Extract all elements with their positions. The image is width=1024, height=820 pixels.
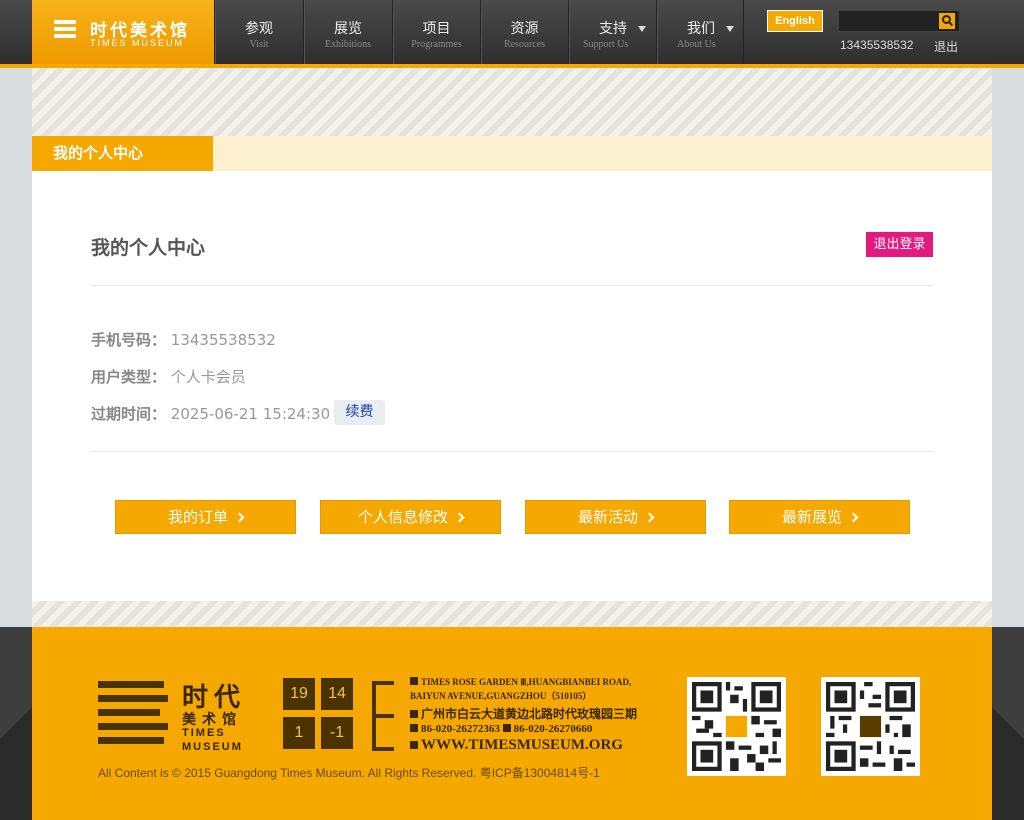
- nav-label-cn: 参观: [245, 21, 273, 37]
- nav-item-visit[interactable]: 参观 Visit: [214, 0, 303, 64]
- chevron-right-icon: [848, 512, 859, 523]
- footer-side-decoration: [0, 627, 32, 820]
- nav-label-en: Resources: [503, 39, 546, 50]
- header-logout-link[interactable]: 退出: [934, 38, 958, 55]
- nav-item-exhibitions[interactable]: 展览 Exhibitions: [303, 0, 392, 64]
- field-label: 过期时间：: [91, 405, 167, 423]
- nav-label-en: About Us: [677, 39, 716, 50]
- qr-code-icon: [821, 677, 920, 776]
- tel-number: 86-020-26272363: [421, 723, 500, 735]
- divider: [91, 285, 933, 286]
- latest-events-button[interactable]: 最新活动: [525, 500, 706, 534]
- year-box: 1: [283, 717, 315, 749]
- logout-button[interactable]: 退出登录: [866, 232, 933, 257]
- info-row-phone: 手机号码： 13435538532: [91, 329, 276, 350]
- button-label: 最新展览: [781, 508, 842, 526]
- nav-label-en: Exhibitions: [324, 39, 372, 50]
- footer-side-decoration: [992, 627, 1024, 820]
- address-en-line2: BAIYUN AVENUE,GUANGZHOU（510105）: [410, 689, 591, 702]
- nav-label-en: Visit: [249, 39, 269, 50]
- footer: 时代 美术馆 TIMES MUSEUM 19 14 1 -1 TIMES ROS…: [32, 627, 992, 820]
- footer-logo-en2: MUSEUM: [182, 741, 243, 753]
- section-tab-bar: 我的个人中心: [32, 136, 992, 171]
- address-text: 广州市白云大道黄边北路时代玫瑰园三期: [421, 707, 638, 721]
- year-box: 14: [321, 678, 353, 710]
- website-link[interactable]: WWW.TIMESMUSEUM.ORG: [410, 737, 623, 754]
- personal-center-panel: 我的个人中心 退出登录 手机号码： 13435538532 用户类型： 个人卡会…: [32, 171, 992, 601]
- footer-logo-cn2: 美术馆: [182, 712, 242, 728]
- e-bracket-icon: [372, 681, 400, 751]
- logo-bars-icon: [54, 20, 76, 44]
- copyright-text: All Content is © 2015 Guangdong Times Mu…: [98, 766, 600, 780]
- nav-label-cn: 项目: [422, 21, 451, 37]
- footer-logo-en1: TIMES: [182, 727, 226, 739]
- address-text: BAIYUN AVENUE,GUANGZHOU（510105）: [410, 691, 592, 701]
- logo-english-name: TIMES MUSEUM: [90, 38, 185, 48]
- address-text: TIMES ROSE GARDEN Ⅲ,HUANGBIANBEI ROAD,: [421, 677, 632, 687]
- user-phone[interactable]: 13435538532: [840, 38, 913, 52]
- contact-phones: 86-020-26272363 86-020-26270660: [410, 723, 592, 735]
- info-row-expiry: 过期时间： 2025-06-21 15:24:30: [91, 403, 330, 424]
- address-en-line1: TIMES ROSE GARDEN Ⅲ,HUANGBIANBEI ROAD,: [410, 677, 631, 688]
- logo-bar: [98, 723, 168, 730]
- year-box: 19: [283, 678, 315, 710]
- field-label: 手机号码：: [91, 331, 167, 349]
- qr-code-icon: [687, 677, 786, 776]
- tab-personal-center[interactable]: 我的个人中心: [32, 136, 213, 171]
- latest-exhibitions-button[interactable]: 最新展览: [729, 500, 910, 534]
- nav-label-en: Programmes: [411, 39, 462, 50]
- edit-profile-button[interactable]: 个人信息修改: [320, 500, 501, 534]
- museum-logo[interactable]: 时代美术馆 TIMES MUSEUM: [32, 0, 214, 64]
- search-button[interactable]: [939, 13, 955, 29]
- nav-item-programmes[interactable]: 项目 Programmes: [392, 0, 480, 64]
- field-label: 用户类型：: [91, 368, 167, 386]
- nav-label-en: Support Us: [583, 39, 629, 50]
- button-label: 个人信息修改: [357, 508, 448, 526]
- decorative-stripe: [32, 601, 992, 627]
- phone-icon: [410, 724, 418, 732]
- renew-button[interactable]: 续费: [334, 400, 385, 425]
- nav-label-cn: 展览: [334, 21, 362, 37]
- web-icon: [410, 741, 418, 749]
- location-icon: [410, 710, 418, 718]
- page-title: 我的个人中心: [91, 237, 206, 259]
- address-cn: 广州市白云大道黄边北路时代玫瑰园三期: [410, 705, 637, 722]
- website-text: WWW.TIMESMUSEUM.ORG: [421, 737, 623, 753]
- logo-bar: [98, 709, 160, 716]
- logo-bar: [98, 695, 168, 702]
- button-label: 最新活动: [577, 508, 638, 526]
- logo-bar: [98, 737, 164, 744]
- button-label: 我的订单: [167, 508, 228, 526]
- info-row-user-type: 用户类型： 个人卡会员: [91, 366, 246, 387]
- nav-label-cn: 资源: [510, 21, 539, 37]
- chevron-down-icon: [726, 26, 734, 32]
- nav-divider: [743, 0, 744, 64]
- field-value: 13435538532: [170, 331, 276, 349]
- year-box: -1: [321, 717, 353, 749]
- decorative-stripe: [32, 68, 992, 136]
- chevron-down-icon: [638, 26, 646, 32]
- search-input[interactable]: [839, 11, 935, 31]
- english-language-button[interactable]: English: [767, 10, 823, 32]
- field-value: 个人卡会员: [170, 368, 246, 386]
- chevron-right-icon: [234, 512, 245, 523]
- field-value: 2025-06-21 15:24:30: [170, 405, 331, 423]
- logo-bar: [98, 681, 164, 688]
- my-orders-button[interactable]: 我的订单: [115, 500, 296, 534]
- nav-item-resources[interactable]: 资源 Resources: [480, 0, 568, 64]
- nav-item-about[interactable]: 我们 About Us: [656, 0, 744, 64]
- location-icon: [410, 677, 418, 685]
- chevron-right-icon: [644, 512, 655, 523]
- nav-item-support[interactable]: 支持 Support Us: [568, 0, 656, 64]
- search-box: [838, 10, 960, 32]
- footer-logo: 时代 美术馆 TIMES MUSEUM: [98, 679, 258, 759]
- fax-icon: [502, 724, 511, 732]
- divider: [91, 451, 933, 452]
- chevron-right-icon: [454, 512, 465, 523]
- top-navbar: 时代美术馆 TIMES MUSEUM 参观 Visit 展览 Exhibitio…: [0, 0, 1024, 68]
- fax-number: 86-020-26270660: [513, 723, 593, 735]
